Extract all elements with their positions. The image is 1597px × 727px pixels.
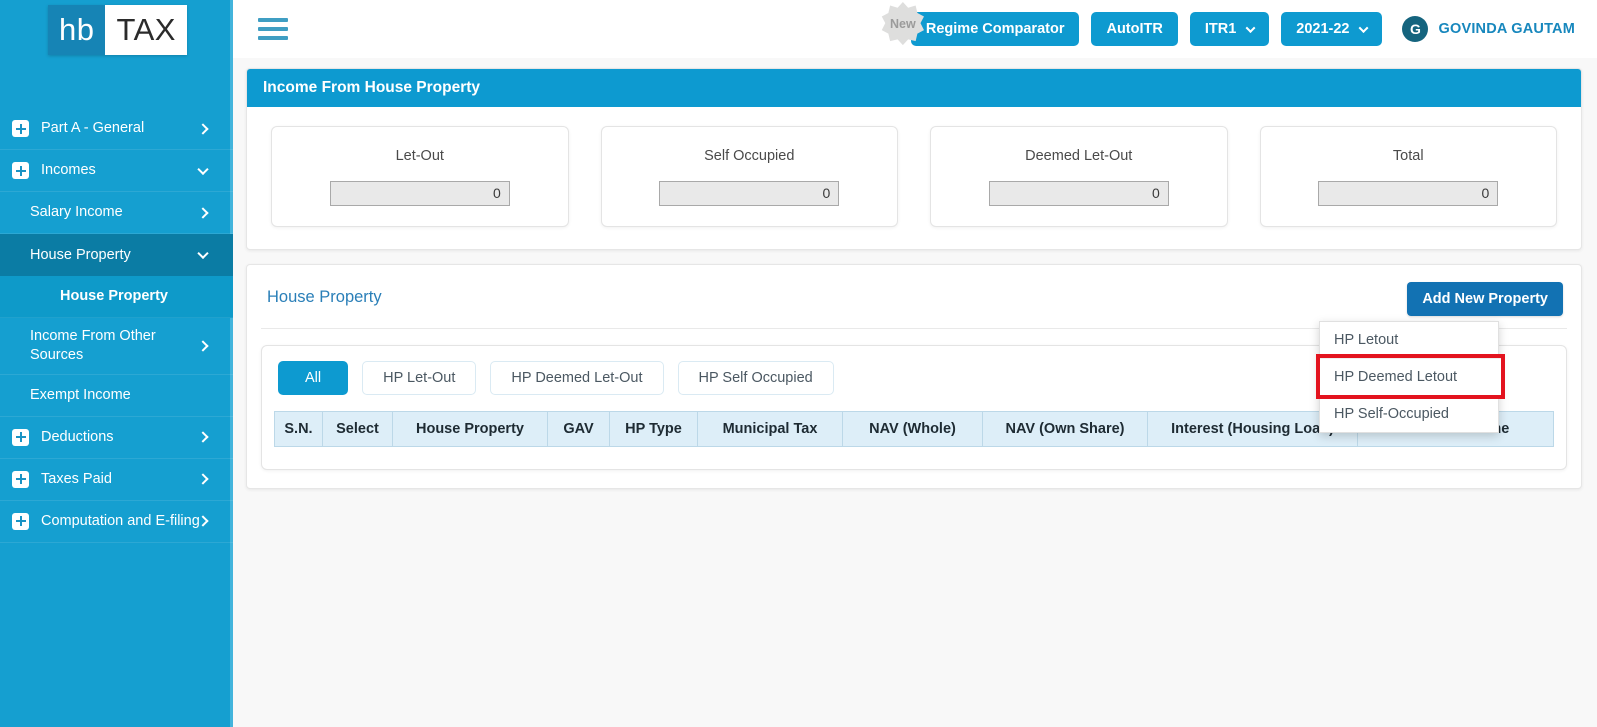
summary-card-let-out: Let-Out 0 [271, 126, 569, 227]
column-header-select[interactable]: Select [322, 411, 393, 447]
summary-card-label: Total [1392, 148, 1424, 164]
chevron-down-icon [1245, 22, 1256, 33]
sidebar-item-label: Deductions [41, 428, 114, 445]
hamburger-icon[interactable] [258, 18, 288, 40]
sidebar-item-label: House Property [60, 288, 168, 305]
sidebar-item-label: Salary Income [30, 204, 123, 221]
column-header-house-property[interactable]: House Property [392, 411, 548, 447]
main-content: Income From House Property Let-Out 0 Sel… [233, 58, 1597, 727]
sidebar-item-salary-income[interactable]: Salary Income [0, 192, 233, 234]
section-title: House Property [267, 288, 382, 306]
column-header-nav-own-share[interactable]: NAV (Own Share) [982, 411, 1148, 447]
plus-box-icon [12, 120, 29, 137]
house-property-list-panel: House Property Add New Property HP Letou… [246, 264, 1582, 489]
itr-form-value: ITR1 [1204, 21, 1237, 37]
total-value-field: 0 [1318, 181, 1499, 206]
sidebar-item-taxes-paid[interactable]: Taxes Paid [0, 459, 233, 501]
avatar: G [1402, 16, 1429, 42]
sidebar-item-incomes[interactable]: Incomes [0, 150, 233, 192]
brand-logo[interactable]: hb TAX [0, 0, 233, 60]
user-name: GOVINDA GAUTAM [1438, 21, 1575, 37]
logo-text-primary: hb [48, 5, 106, 55]
summary-card-label: Self Occupied [704, 148, 795, 164]
dropdown-item-hp-letout[interactable]: HP Letout [1320, 322, 1498, 358]
filter-tab-all[interactable]: All [278, 361, 349, 395]
sidebar-item-label: Incomes [41, 162, 96, 179]
sidebar: hb TAX Part A - General Incomes Salary I… [0, 0, 233, 727]
assessment-year-selector[interactable]: 2021-22 [1281, 12, 1383, 46]
add-new-property-button[interactable]: Add New Property [1407, 282, 1563, 316]
regime-comparator-button[interactable]: Regime Comparator [910, 12, 1080, 46]
regime-comparator-wrap: New Regime Comparator [881, 2, 1080, 46]
plus-box-icon [12, 512, 29, 530]
sidebar-subitem-house-property[interactable]: House Property [0, 276, 233, 318]
dropdown-item-hp-deemed-letout[interactable]: HP Deemed Letout [1316, 354, 1505, 399]
column-header-nav-whole[interactable]: NAV (Whole) [842, 411, 983, 447]
sidebar-item-computation-and-efiling[interactable]: Computation and E-filing [0, 501, 233, 543]
plus-box-icon [12, 428, 29, 446]
column-header-gav[interactable]: GAV [547, 411, 610, 447]
summary-card-self-occupied: Self Occupied 0 [600, 126, 898, 227]
income-from-house-property-panel: Income From House Property Let-Out 0 Sel… [246, 68, 1582, 250]
sidebar-item-income-from-other-sources[interactable]: Income From Other Sources [0, 318, 233, 375]
summary-card-deemed-let-out: Deemed Let-Out 0 [930, 126, 1228, 227]
sidebar-item-exempt-income[interactable]: Exempt Income [0, 375, 233, 417]
column-header-municipal-tax[interactable]: Municipal Tax [697, 411, 843, 447]
filter-tab-hp-deemed-let-out[interactable]: HP Deemed Let-Out [490, 361, 664, 395]
panel-title: Income From House Property [247, 69, 1581, 107]
self-occupied-value-field: 0 [659, 181, 840, 206]
column-header-sn[interactable]: S.N. [274, 411, 323, 447]
plus-box-icon [12, 162, 29, 179]
summary-card-label: Deemed Let-Out [1025, 148, 1133, 164]
filter-tab-hp-self-occupied[interactable]: HP Self Occupied [677, 361, 834, 395]
sidebar-item-house-property[interactable]: House Property [0, 234, 233, 276]
user-menu[interactable]: G GOVINDA GAUTAM [1402, 16, 1575, 42]
logo-text-secondary: TAX [105, 5, 187, 55]
sidebar-item-label: Exempt Income [30, 386, 131, 403]
summary-card-label: Let-Out [395, 148, 444, 164]
sidebar-item-label: Part A - General [41, 120, 145, 137]
sidebar-nav: Part A - General Incomes Salary Income H… [0, 108, 233, 543]
house-property-list-header: House Property Add New Property HP Letou… [261, 279, 1567, 433]
sidebar-item-label: Income From Other Sources [30, 328, 156, 363]
chevron-down-icon [1359, 22, 1369, 33]
sidebar-item-deductions[interactable]: Deductions [0, 417, 233, 459]
summary-card-total: Total 0 [1259, 126, 1557, 227]
dropdown-item-hp-self-occupied[interactable]: HP Self-Occupied [1320, 395, 1498, 432]
column-header-hp-type[interactable]: HP Type [609, 411, 698, 447]
sidebar-item-part-a-general[interactable]: Part A - General [0, 108, 233, 150]
topbar: New Regime Comparator AutoITR ITR1 2021-… [233, 0, 1597, 58]
assessment-year-value: 2021-22 [1296, 21, 1350, 37]
summary-cards: Let-Out 0 Self Occupied 0 Deemed Let-Out… [247, 107, 1581, 249]
deemed-let-out-value-field: 0 [988, 181, 1169, 206]
let-out-value-field: 0 [329, 181, 510, 206]
itr-form-selector[interactable]: ITR1 [1189, 12, 1270, 46]
add-property-dropdown: HP Letout HP Deemed Letout HP Self-Occup… [1316, 321, 1505, 433]
sidebar-item-label: Taxes Paid [41, 470, 112, 487]
plus-box-icon [12, 470, 29, 488]
filter-tab-hp-let-out[interactable]: HP Let-Out [362, 361, 477, 395]
topbar-actions: New Regime Comparator AutoITR ITR1 2021-… [881, 2, 1597, 46]
sidebar-item-label: House Property [30, 246, 131, 263]
auto-itr-button[interactable]: AutoITR [1091, 12, 1178, 46]
sidebar-item-label: Computation and E-filing [41, 512, 200, 529]
app-root: hb TAX Part A - General Incomes Salary I… [0, 0, 1597, 727]
